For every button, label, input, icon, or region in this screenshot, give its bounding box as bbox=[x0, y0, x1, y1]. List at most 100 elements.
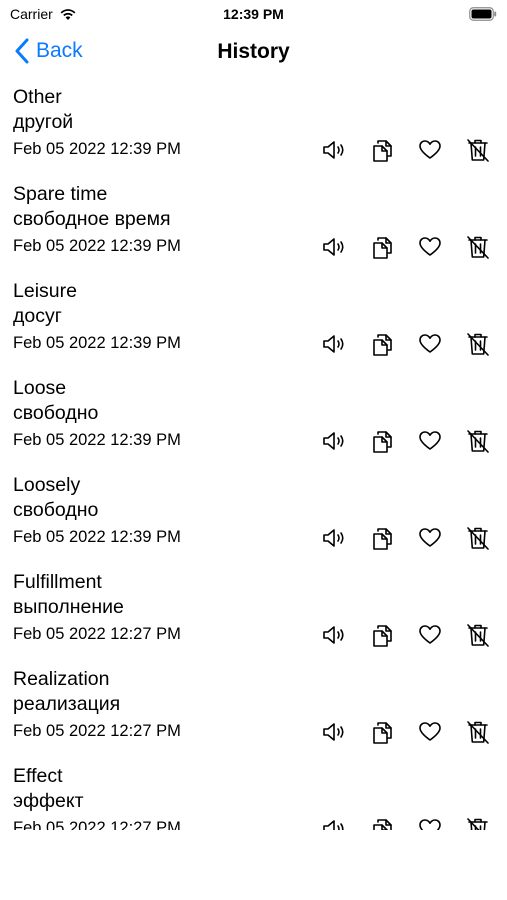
history-row: Fulfillment выполнение Feb 05 2022 12:27… bbox=[0, 569, 507, 666]
speak-button[interactable] bbox=[320, 524, 348, 552]
history-word: Spare time bbox=[13, 183, 108, 205]
trash-icon bbox=[467, 818, 488, 830]
delete-button[interactable] bbox=[464, 524, 492, 552]
heart-icon bbox=[419, 140, 441, 159]
history-actions bbox=[320, 718, 495, 746]
favorite-button[interactable] bbox=[416, 718, 444, 746]
history-actions bbox=[320, 233, 495, 261]
copy-button[interactable] bbox=[369, 621, 397, 649]
copy-icon bbox=[373, 528, 392, 550]
favorite-button[interactable] bbox=[416, 233, 444, 261]
favorite-button[interactable] bbox=[416, 524, 444, 552]
history-date: Feb 05 2022 12:39 PM bbox=[13, 528, 181, 546]
navigation-bar: Back History bbox=[0, 30, 507, 80]
delete-button[interactable] bbox=[464, 815, 492, 830]
delete-button[interactable] bbox=[464, 718, 492, 746]
history-word: Loosely bbox=[13, 474, 81, 496]
delete-button[interactable] bbox=[464, 330, 492, 358]
history-actions bbox=[320, 330, 495, 358]
speaker-icon bbox=[323, 723, 344, 741]
history-row: Effect эффект Feb 05 2022 12:27 PM bbox=[0, 763, 507, 830]
history-date: Feb 05 2022 12:39 PM bbox=[13, 431, 181, 449]
heart-icon bbox=[419, 819, 441, 830]
history-translation: досуг bbox=[13, 305, 62, 327]
speak-button[interactable] bbox=[320, 136, 348, 164]
speak-button[interactable] bbox=[320, 330, 348, 358]
trash-icon bbox=[467, 236, 489, 259]
history-word: Leisure bbox=[13, 280, 77, 302]
trash-icon bbox=[467, 721, 489, 744]
heart-icon bbox=[419, 237, 441, 256]
speaker-icon bbox=[323, 529, 344, 547]
copy-button[interactable] bbox=[369, 330, 397, 358]
history-actions bbox=[320, 621, 495, 649]
heart-icon bbox=[419, 722, 441, 741]
speak-button[interactable] bbox=[320, 621, 348, 649]
trash-icon bbox=[467, 333, 489, 356]
delete-button[interactable] bbox=[464, 233, 492, 261]
history-date: Feb 05 2022 12:27 PM bbox=[13, 625, 181, 643]
speaker-icon bbox=[323, 141, 344, 159]
delete-button[interactable] bbox=[464, 136, 492, 164]
status-time: 12:39 PM bbox=[223, 6, 284, 22]
history-row: Other другой Feb 05 2022 12:39 PM bbox=[0, 84, 507, 181]
speak-button[interactable] bbox=[320, 718, 348, 746]
history-date: Feb 05 2022 12:39 PM bbox=[13, 237, 181, 255]
copy-button[interactable] bbox=[369, 815, 397, 830]
favorite-button[interactable] bbox=[416, 815, 444, 830]
copy-button[interactable] bbox=[369, 524, 397, 552]
history-word: Fulfillment bbox=[13, 571, 102, 593]
battery-icon bbox=[469, 7, 497, 21]
copy-icon bbox=[373, 431, 392, 453]
trash-icon bbox=[467, 139, 489, 162]
history-row: Loose свободно Feb 05 2022 12:39 PM bbox=[0, 375, 507, 472]
history-translation: выполнение bbox=[13, 596, 124, 618]
heart-icon bbox=[419, 334, 441, 353]
trash-icon bbox=[467, 527, 489, 550]
status-bar: Carrier 12:39 PM bbox=[0, 0, 507, 30]
history-translation: свободное время bbox=[13, 208, 171, 230]
history-actions bbox=[320, 427, 495, 455]
trash-icon bbox=[467, 624, 489, 647]
history-row: Leisure досуг Feb 05 2022 12:39 PM bbox=[0, 278, 507, 375]
speak-button[interactable] bbox=[320, 233, 348, 261]
favorite-button[interactable] bbox=[416, 621, 444, 649]
copy-button[interactable] bbox=[369, 136, 397, 164]
history-translation: эффект bbox=[13, 790, 84, 812]
delete-button[interactable] bbox=[464, 427, 492, 455]
heart-icon bbox=[419, 528, 441, 547]
copy-button[interactable] bbox=[369, 233, 397, 261]
speaker-icon bbox=[323, 432, 344, 450]
copy-button[interactable] bbox=[369, 718, 397, 746]
speak-button[interactable] bbox=[320, 815, 348, 830]
speaker-icon bbox=[323, 820, 344, 830]
favorite-button[interactable] bbox=[416, 136, 444, 164]
history-translation: свободно bbox=[13, 499, 99, 521]
speak-button[interactable] bbox=[320, 427, 348, 455]
history-translation: свободно bbox=[13, 402, 99, 424]
history-date: Feb 05 2022 12:27 PM bbox=[13, 722, 181, 740]
favorite-button[interactable] bbox=[416, 330, 444, 358]
history-word: Effect bbox=[13, 765, 63, 787]
speaker-icon bbox=[323, 626, 344, 644]
copy-icon bbox=[373, 237, 392, 259]
history-translation: реализация bbox=[13, 693, 121, 715]
page-title: History bbox=[217, 40, 290, 63]
trash-icon bbox=[467, 430, 489, 453]
history-date: Feb 05 2022 12:27 PM bbox=[13, 819, 181, 830]
history-date: Feb 05 2022 12:39 PM bbox=[13, 334, 181, 352]
favorite-button[interactable] bbox=[416, 427, 444, 455]
history-row: Realization реализация Feb 05 2022 12:27… bbox=[0, 666, 507, 763]
history-row: Spare time свободное время Feb 05 2022 1… bbox=[0, 181, 507, 278]
history-actions bbox=[320, 815, 495, 830]
history-actions bbox=[320, 136, 495, 164]
speaker-icon bbox=[323, 335, 344, 353]
history-list: Other другой Feb 05 2022 12:39 PM Spare … bbox=[0, 84, 507, 830]
delete-button[interactable] bbox=[464, 621, 492, 649]
copy-button[interactable] bbox=[369, 427, 397, 455]
history-word: Other bbox=[13, 86, 62, 108]
history-date: Feb 05 2022 12:39 PM bbox=[13, 140, 181, 158]
history-translation: другой bbox=[13, 111, 74, 133]
heart-icon bbox=[419, 431, 441, 450]
history-row: Loosely свободно Feb 05 2022 12:39 PM bbox=[0, 472, 507, 569]
